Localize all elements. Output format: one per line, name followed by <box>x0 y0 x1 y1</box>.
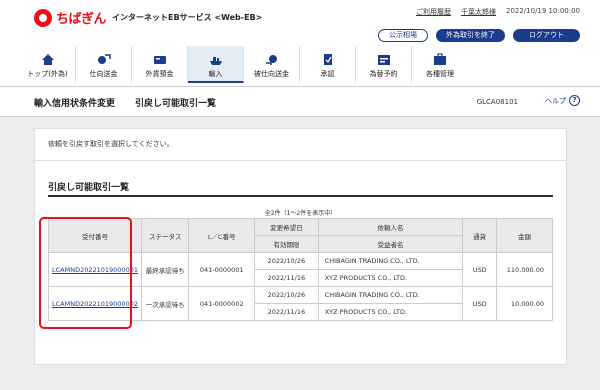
user-name-link[interactable]: 千葉太郎様 <box>461 7 496 17</box>
applicant-cell: CHIBAGIN TRADING CO., LTD. <box>317 252 464 270</box>
deposit-icon <box>152 52 168 66</box>
import-icon <box>208 52 224 66</box>
change-date-cell: 2022/10/26 <box>254 252 319 270</box>
nav-item-approval[interactable]: 承認 <box>300 46 356 83</box>
service-name: インターネットEBサービス <Web-EB> <box>112 13 263 22</box>
help-button[interactable]: ヘルプ ? <box>545 95 580 106</box>
beneficiary-cell: XYZ PRODUCTS CO., LTD. <box>317 269 464 287</box>
nav-item-deposit[interactable]: 外貨預金 <box>132 46 188 83</box>
col-header-expiry: 有効期限 <box>254 235 319 253</box>
nav-item-exchange[interactable]: 為替予約 <box>356 46 412 83</box>
help-label: ヘルプ <box>545 96 566 105</box>
logo-mark-icon <box>34 8 52 27</box>
nav-label: 被仕向送金 <box>254 70 289 78</box>
section-title: 引戻し可能取引一覧 <box>48 183 130 193</box>
currency-cell: USD <box>462 286 498 321</box>
col-header-beneficiary: 受益者名 <box>317 235 464 253</box>
nav-label: 仕向送金 <box>89 70 118 78</box>
top-links: ご利用履歴 千葉太郎様 2022/10/19 10:00:00 <box>416 7 580 17</box>
lc-cell: 041-0000002 <box>188 286 256 321</box>
nav-label: 承認 <box>320 70 335 78</box>
nav-item-incoming[interactable]: 被仕向送金 <box>244 46 300 83</box>
nav-label: 輸入 <box>208 70 223 78</box>
exchange-icon <box>376 52 392 66</box>
incoming-icon <box>264 52 280 66</box>
status-cell: 最終承認待ち <box>140 252 190 287</box>
change-date-cell: 2022/10/26 <box>254 286 319 304</box>
end-fx-button[interactable]: 外為取引を終了 <box>436 29 505 42</box>
exchange-rate-button[interactable]: 公示相場 <box>378 29 428 42</box>
expiry-cell: 2022/11/16 <box>254 269 319 287</box>
col-header-currency: 通貨 <box>462 218 498 253</box>
col-header-amount: 金額 <box>496 218 553 253</box>
section-underline <box>48 195 553 197</box>
status-cell: 一次承認待ち <box>140 286 190 321</box>
beneficiary-cell: XYZ PRODUCTS CO., LTD. <box>317 303 464 321</box>
nav-item-remittance[interactable]: 仕向送金 <box>76 46 132 83</box>
nav-label: 各種管理 <box>426 70 454 78</box>
usage-history-link[interactable]: ご利用履歴 <box>416 7 451 17</box>
expiry-cell: 2022/11/16 <box>254 303 319 321</box>
screen-id: GLCA08101 <box>476 98 518 106</box>
home-icon <box>40 52 56 66</box>
login-datetime: 2022/10/19 10:00:00 <box>505 7 580 15</box>
header-buttons: 公示相場 外為取引を終了 ログアウト <box>378 29 580 42</box>
nav-item-management[interactable]: 各種管理 <box>412 46 468 83</box>
nav-label: トップ(外為) <box>27 70 68 78</box>
currency-cell: USD <box>462 252 498 287</box>
brand-name: ちばぎん <box>56 12 107 27</box>
page-title-bar: 輸入信用状条件変更 引戻し可能取引一覧 GLCA08101 ヘルプ ? <box>0 86 600 117</box>
applicant-cell: CHIBAGIN TRADING CO., LTD. <box>317 286 464 304</box>
remittance-icon <box>96 52 112 66</box>
col-header-status: ステータス <box>140 218 190 253</box>
ref-column-highlight <box>39 217 132 329</box>
amount-cell: 10,000.00 <box>496 286 553 321</box>
page-title: 引戻し可能取引一覧 <box>135 99 217 109</box>
help-icon: ? <box>569 95 580 106</box>
bank-logo: ちばぎん インターネットEBサービス <Web-EB> <box>34 8 262 27</box>
main-nav: トップ(外為) 仕向送金 外貨預金 輸入 被仕向送金 承認 為替予約 各種管理 <box>20 46 580 83</box>
header: ちばぎん インターネットEBサービス <Web-EB> ご利用履歴 千葉太郎様 … <box>0 0 600 48</box>
breadcrumb: 輸入信用状条件変更 引戻し可能取引一覧 <box>34 96 216 109</box>
result-count: 全2件（1～2件を表示中） <box>264 210 337 217</box>
nav-label: 外貨預金 <box>145 70 174 78</box>
divider <box>35 160 566 161</box>
breadcrumb-parent: 輸入信用状条件変更 <box>34 99 116 109</box>
nav-label: 為替予約 <box>369 70 398 78</box>
nav-item-import[interactable]: 輸入 <box>188 46 244 83</box>
col-header-lc: L／C番号 <box>188 218 256 253</box>
col-header-applicant: 依頼人名 <box>317 218 464 236</box>
management-icon <box>432 52 448 66</box>
amount-cell: 110,000.00 <box>496 252 553 287</box>
approval-icon <box>320 52 336 66</box>
logout-button[interactable]: ログアウト <box>513 29 580 42</box>
lc-cell: 041-0000001 <box>188 252 256 287</box>
nav-item-top[interactable]: トップ(外為) <box>20 46 76 83</box>
instruction-text: 依頼を引戻す取引を選択してください。 <box>48 140 174 148</box>
col-header-change-date: 変更希望日 <box>254 218 319 236</box>
